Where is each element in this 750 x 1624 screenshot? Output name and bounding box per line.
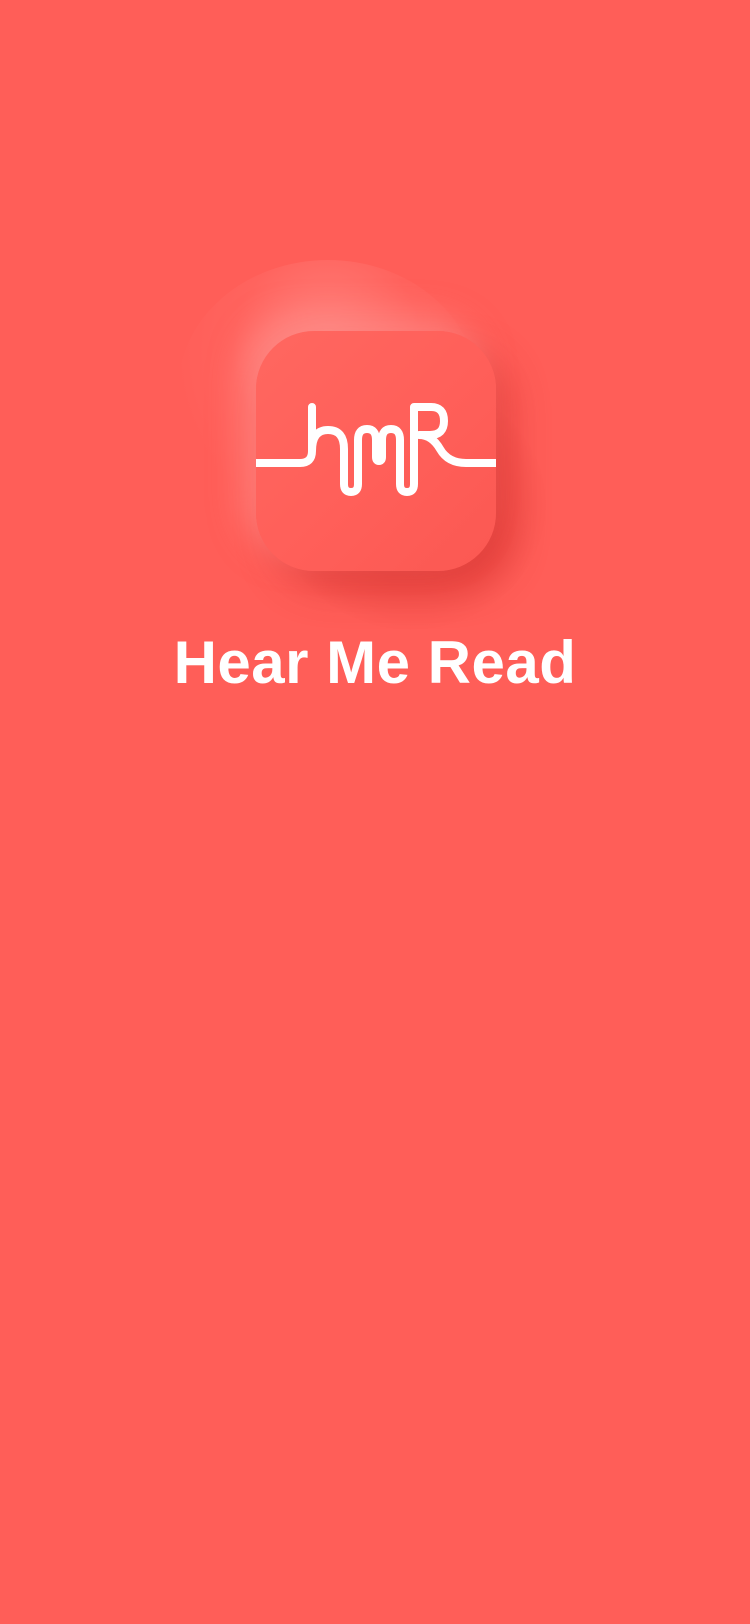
app-logo — [256, 331, 496, 571]
app-title: Hear Me Read — [173, 629, 577, 696]
hmr-waveform-logo-icon — [256, 403, 496, 496]
splash-screen: Hear Me Read — [0, 0, 750, 1624]
